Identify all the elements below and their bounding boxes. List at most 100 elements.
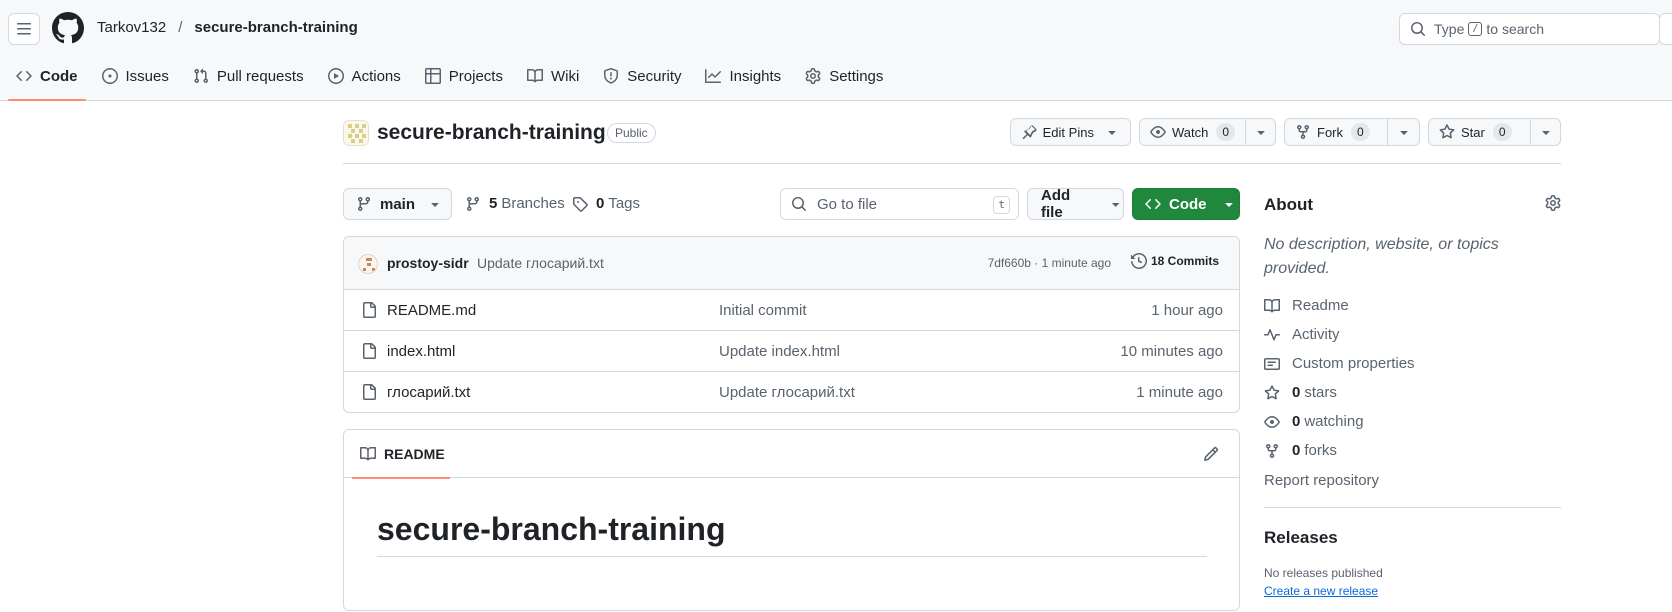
search-icon bbox=[1411, 22, 1426, 37]
latest-commit-row: prostoy-sidr Update глосарий.txt 7df660b… bbox=[344, 237, 1239, 290]
eye-icon bbox=[1264, 415, 1280, 428]
pencil-icon[interactable] bbox=[1203, 446, 1219, 462]
file-name[interactable]: README.md bbox=[387, 302, 476, 319]
commits-link[interactable]: 18 Commits bbox=[1130, 253, 1219, 269]
caret-down-icon bbox=[1108, 131, 1116, 135]
stars-link[interactable]: 0 stars bbox=[1264, 384, 1337, 401]
custom-properties-link[interactable]: Custom properties bbox=[1264, 355, 1415, 372]
issue-icon bbox=[101, 68, 118, 84]
copilot-button[interactable] bbox=[1659, 13, 1672, 45]
identicon-image bbox=[348, 124, 366, 143]
star-icon bbox=[1439, 124, 1455, 139]
commit-sha-time[interactable]: 7df660b · 1 minute ago bbox=[988, 256, 1111, 270]
activity-link[interactable]: Activity bbox=[1264, 326, 1340, 343]
forks-label: forks bbox=[1304, 442, 1337, 459]
file-row[interactable]: index.html Update index.html 10 minutes … bbox=[344, 331, 1239, 372]
tab-actions-label: Actions bbox=[351, 67, 401, 85]
readme-panel: README secure-branch-training bbox=[343, 429, 1240, 611]
readme-link[interactable]: Readme bbox=[1264, 297, 1349, 314]
repo-actions: Edit Pins Watch 0 Fork 0 Star 0 bbox=[1002, 118, 1561, 146]
tab-security[interactable]: Security bbox=[595, 60, 689, 92]
star-button[interactable]: Star 0 bbox=[1428, 118, 1561, 146]
tab-settings[interactable]: Settings bbox=[797, 60, 891, 92]
file-commit-message[interactable]: Initial commit bbox=[719, 302, 807, 319]
fork-button[interactable]: Fork 0 bbox=[1284, 118, 1420, 146]
activity-link-label: Activity bbox=[1292, 326, 1340, 343]
watch-button[interactable]: Watch 0 bbox=[1138, 118, 1276, 146]
tab-actions[interactable]: Actions bbox=[320, 60, 409, 92]
file-name[interactable]: index.html bbox=[387, 343, 455, 360]
search-shortcut-key: / bbox=[1468, 22, 1483, 36]
pull-request-icon bbox=[194, 68, 208, 84]
readme-link-label: Readme bbox=[1292, 297, 1349, 314]
tab-wiki[interactable]: Wiki bbox=[519, 60, 587, 92]
stars-count: 0 bbox=[1292, 384, 1301, 401]
caret-down-icon bbox=[1111, 203, 1119, 207]
owner-link[interactable]: Tarkov132 bbox=[97, 19, 166, 36]
pulse-icon bbox=[1264, 328, 1280, 340]
tab-issues[interactable]: Issues bbox=[94, 60, 177, 92]
sidebar-divider bbox=[1264, 507, 1561, 508]
branches-link[interactable]: 5 Branches bbox=[465, 195, 565, 212]
tab-code[interactable]: Code bbox=[8, 60, 86, 101]
edit-pins-button[interactable]: Edit Pins bbox=[1009, 118, 1131, 146]
tags-link[interactable]: 0 Tags bbox=[572, 195, 640, 212]
file-commit-message[interactable]: Update index.html bbox=[719, 343, 840, 360]
file-row[interactable]: README.md Initial commit 1 hour ago bbox=[344, 290, 1239, 331]
file-name[interactable]: глосарий.txt bbox=[387, 384, 470, 401]
github-logo-icon[interactable] bbox=[52, 12, 84, 44]
watching-label: watching bbox=[1304, 413, 1364, 430]
play-icon bbox=[327, 68, 344, 84]
watch-count: 0 bbox=[1216, 123, 1235, 141]
add-file-button[interactable]: Add file bbox=[1027, 187, 1124, 221]
breadcrumb-separator: / bbox=[178, 19, 183, 36]
about-title: About bbox=[1264, 195, 1314, 214]
book-icon bbox=[360, 446, 376, 461]
code-button[interactable]: Code bbox=[1132, 188, 1240, 220]
tag-icon bbox=[573, 196, 588, 212]
repo-tabs: Code Issues Pull requests Actions Projec… bbox=[8, 60, 899, 101]
create-release-link[interactable]: Create a new release bbox=[1264, 584, 1378, 598]
gear-icon[interactable] bbox=[1545, 195, 1561, 211]
commit-message[interactable]: Update глосарий.txt bbox=[477, 255, 604, 271]
file-navigation: main 5 Branches 0 Tags Go to file t Add … bbox=[343, 187, 1240, 221]
tab-pull-requests[interactable]: Pull requests bbox=[185, 60, 312, 92]
releases-title[interactable]: Releases bbox=[1264, 528, 1338, 548]
tags-label: Tags bbox=[608, 195, 641, 212]
about-description: No description, website, or topics provi… bbox=[1264, 236, 1499, 277]
tab-projects-label: Projects bbox=[448, 67, 503, 85]
table-icon bbox=[424, 68, 441, 84]
fork-count: 0 bbox=[1351, 123, 1370, 141]
commit-author-avatar[interactable] bbox=[358, 254, 378, 274]
watching-link[interactable]: 0 watching bbox=[1264, 413, 1364, 430]
no-releases-text: No releases published bbox=[1264, 566, 1383, 580]
branches-count: 5 bbox=[489, 195, 498, 212]
file-row[interactable]: глосарий.txt Update глосарий.txt 1 minut… bbox=[344, 372, 1239, 412]
report-repository-link[interactable]: Report repository bbox=[1264, 472, 1379, 489]
note-icon bbox=[1264, 357, 1280, 370]
search-input[interactable]: Type / to search bbox=[1399, 13, 1660, 45]
repo-title[interactable]: secure-branch-training bbox=[377, 121, 606, 145]
repo-link[interactable]: secure-branch-training bbox=[194, 19, 357, 36]
repo-owner-avatar[interactable] bbox=[343, 120, 369, 146]
branch-select-button[interactable]: main bbox=[343, 188, 452, 220]
readme-tab-label: README bbox=[384, 446, 445, 462]
search-placeholder-suffix: to search bbox=[1486, 21, 1544, 37]
graph-icon bbox=[705, 69, 722, 83]
readme-heading: secure-branch-training bbox=[377, 511, 1207, 557]
forks-link[interactable]: 0 forks bbox=[1264, 442, 1337, 459]
readme-tab[interactable]: README bbox=[352, 430, 450, 479]
hamburger-icon bbox=[17, 23, 31, 35]
tab-insights[interactable]: Insights bbox=[697, 60, 789, 92]
gear-icon bbox=[805, 68, 821, 84]
stars-label: stars bbox=[1304, 384, 1337, 401]
forks-count: 0 bbox=[1292, 442, 1301, 459]
tab-insights-label: Insights bbox=[729, 67, 782, 85]
tab-projects[interactable]: Projects bbox=[417, 60, 511, 92]
file-commit-message[interactable]: Update глосарий.txt bbox=[719, 384, 855, 401]
breadcrumb: Tarkov132 / secure-branch-training bbox=[97, 19, 358, 36]
go-to-file-input[interactable]: Go to file t bbox=[780, 188, 1019, 220]
commit-author[interactable]: prostoy-sidr bbox=[387, 255, 469, 271]
edit-pins-label: Edit Pins bbox=[1042, 124, 1094, 140]
menu-button[interactable] bbox=[8, 13, 40, 45]
